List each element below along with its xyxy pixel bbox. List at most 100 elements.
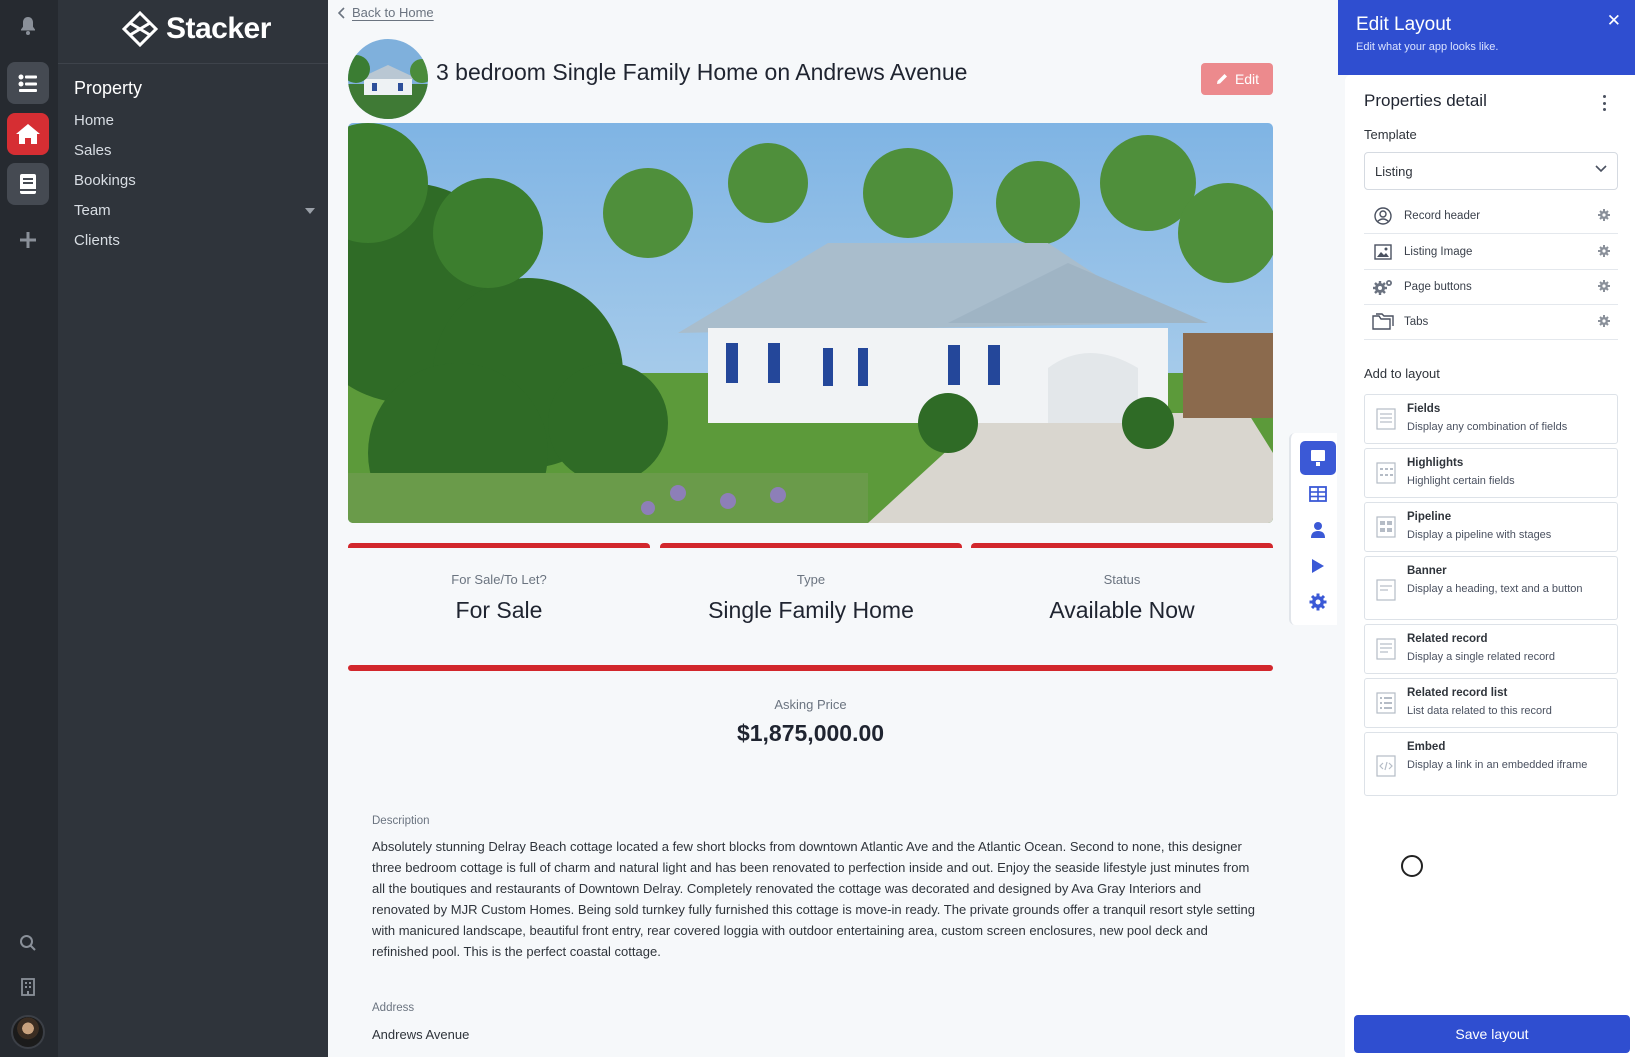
sidebar: Stacker Property Home Sales Bookings Tea… — [58, 0, 328, 1057]
back-link[interactable]: Back to Home — [338, 5, 434, 20]
building-icon[interactable] — [7, 966, 49, 1008]
add-item-desc: Display a pipeline with stages — [1407, 529, 1552, 541]
panel-title: Edit Layout — [1356, 14, 1452, 35]
stacker-logo[interactable]: Stacker — [122, 6, 271, 52]
stat-for-sale: For Sale/To Let? For Sale — [348, 543, 650, 643]
layout-toolstrip — [1289, 433, 1337, 625]
image-icon — [1372, 241, 1394, 263]
template-item-listing-image[interactable]: Listing Image — [1364, 235, 1618, 270]
edit-button[interactable]: Edit — [1201, 63, 1273, 95]
price-highlight-bar — [348, 665, 1273, 671]
listing-image — [348, 123, 1273, 523]
add-item-name: Embed — [1407, 741, 1446, 753]
panel-section-title: Properties detail — [1364, 91, 1487, 110]
nav-item-clients[interactable]: Clients — [74, 232, 120, 249]
table-icon[interactable] — [1300, 477, 1336, 511]
template-item-tabs[interactable]: Tabs — [1364, 305, 1618, 340]
nav-item-sales[interactable]: Sales — [74, 142, 112, 159]
save-layout-button[interactable]: Save layout — [1354, 1015, 1630, 1053]
add-pipeline-card[interactable]: Pipeline Display a pipeline with stages — [1364, 502, 1618, 552]
user-circle-icon — [1372, 205, 1394, 227]
address-value: Andrews Avenue — [372, 1027, 470, 1042]
mouse-cursor — [1401, 855, 1423, 877]
bell-icon[interactable] — [7, 5, 49, 47]
add-to-layout-label: Add to layout — [1364, 366, 1440, 381]
add-related-record-list-card[interactable]: Related record list List data related to… — [1364, 678, 1618, 728]
template-item-record-header[interactable]: Record header — [1364, 199, 1618, 234]
search-icon[interactable] — [7, 922, 49, 964]
template-item-label: Page buttons — [1404, 281, 1472, 293]
kebab-menu-icon[interactable] — [1601, 95, 1607, 111]
caret-down-icon[interactable] — [305, 208, 315, 214]
template-label: Template — [1364, 127, 1417, 142]
icon-rail — [0, 0, 58, 1057]
fields-icon — [1376, 408, 1396, 430]
price-label: Asking Price — [774, 697, 847, 712]
template-item-page-buttons[interactable]: Page buttons — [1364, 270, 1618, 305]
user-avatar[interactable] — [11, 1015, 45, 1049]
gear-icon[interactable] — [1598, 315, 1610, 327]
record-detail: Back to Home 3 bedroom Single Family Hom… — [328, 0, 1338, 1057]
record-avatar-image — [348, 39, 428, 119]
add-item-name: Related record list — [1407, 687, 1508, 699]
add-item-name: Highlights — [1407, 457, 1464, 469]
house-app-icon[interactable] — [7, 113, 49, 155]
sidebar-divider — [58, 63, 328, 64]
stat-label: For Sale/To Let? — [451, 572, 547, 587]
edit-layout-header: Edit Layout Edit what your app looks lik… — [1338, 0, 1635, 75]
add-app-icon[interactable] — [7, 219, 49, 261]
banner-icon — [1376, 579, 1396, 601]
description-label: Description — [372, 815, 430, 827]
add-item-name: Related record — [1407, 633, 1488, 645]
gears-icon — [1372, 276, 1394, 298]
stat-value: For Sale — [455, 597, 543, 623]
nav-item-home[interactable]: Home — [74, 112, 114, 129]
folder-icon — [1372, 311, 1394, 333]
add-item-desc: Highlight certain fields — [1407, 475, 1515, 487]
settings-icon[interactable] — [1300, 585, 1336, 619]
template-item-label: Listing Image — [1404, 246, 1473, 258]
logo-text: Stacker — [166, 12, 271, 45]
play-icon[interactable] — [1300, 549, 1336, 583]
stat-label: Status — [1103, 572, 1141, 587]
nav-item-bookings[interactable]: Bookings — [74, 172, 136, 189]
add-related-record-card[interactable]: Related record Display a single related … — [1364, 624, 1618, 674]
add-item-desc: Display a heading, text and a button — [1407, 583, 1583, 595]
price-value: $1,875,000.00 — [736, 720, 885, 746]
app-list-icon[interactable] — [7, 62, 49, 104]
template-item-label: Record header — [1404, 210, 1481, 222]
stat-type: Type Single Family Home — [660, 543, 962, 643]
chevron-down-icon — [1595, 165, 1607, 173]
template-item-label: Tabs — [1404, 316, 1429, 328]
gear-icon[interactable] — [1598, 245, 1610, 257]
add-embed-card[interactable]: Embed Display a link in an embedded ifra… — [1364, 732, 1618, 796]
add-item-desc: Display a single related record — [1407, 651, 1555, 663]
add-fields-card[interactable]: Fields Display any combination of fields — [1364, 394, 1618, 444]
layout-icon[interactable] — [1300, 441, 1336, 475]
stacker-logo-icon — [122, 11, 158, 47]
gear-icon[interactable] — [1598, 209, 1610, 221]
add-item-name: Pipeline — [1407, 511, 1452, 523]
add-highlights-card[interactable]: Highlights Highlight certain fields — [1364, 448, 1618, 498]
add-banner-card[interactable]: Banner Display a heading, text and a but… — [1364, 556, 1618, 620]
stat-status: Status Available Now — [971, 543, 1273, 643]
related-record-list-icon — [1376, 692, 1396, 714]
chevron-left-icon — [338, 6, 345, 19]
panel-subtitle: Edit what your app looks like. — [1356, 41, 1499, 53]
back-link-label: Back to Home — [352, 5, 434, 20]
page-title: 3 bedroom Single Family Home on Andrews … — [436, 59, 968, 85]
close-icon[interactable]: ✕ — [1607, 11, 1621, 31]
stat-value: Available Now — [1049, 597, 1195, 623]
nav-item-team[interactable]: Team — [74, 202, 111, 219]
template-select[interactable]: Listing — [1364, 152, 1618, 190]
edit-layout-panel: Properties detail Template Listing Recor… — [1345, 75, 1635, 1057]
gear-icon[interactable] — [1598, 280, 1610, 292]
nav-section-title: Property — [74, 78, 143, 98]
template-select-value: Listing — [1375, 163, 1413, 179]
user-icon[interactable] — [1300, 513, 1336, 547]
stat-value: Single Family Home — [708, 597, 914, 623]
highlights-icon — [1376, 462, 1396, 484]
related-record-icon — [1376, 638, 1396, 660]
book-app-icon[interactable] — [7, 163, 49, 205]
pipeline-icon — [1376, 516, 1396, 538]
